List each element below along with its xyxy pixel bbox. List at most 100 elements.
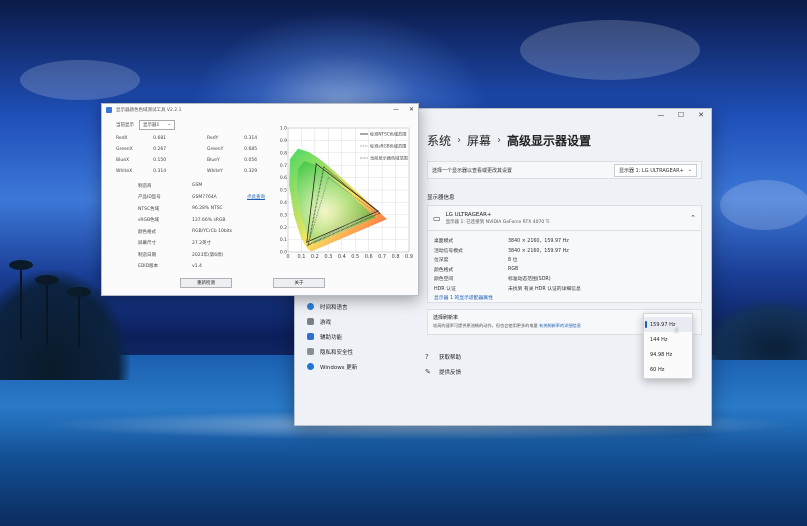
coord-label: BlueX (116, 158, 130, 163)
x-tick-label: 0.8 (392, 254, 400, 260)
breadcrumb: 系统 › 屏幕 › 高级显示器设置 (427, 132, 591, 149)
coord-value: 0.314 (153, 169, 167, 174)
section-title: 显示器信息 (427, 195, 455, 201)
cloud (720, 180, 807, 230)
chevron-down-icon: ⌄ (167, 122, 172, 127)
info-row: HDR 认证 未找到 有关 HDR 认证的详细信息 (434, 284, 695, 294)
y-tick-label: 0.5 (280, 188, 287, 194)
spec-label: EDID版本 (138, 264, 159, 270)
info-row: 桌面模式 3840 × 2160，159.97 Hz (434, 236, 695, 246)
spec-row: 颜色格式 RGB/YCrCb 10bits (138, 226, 265, 238)
y-tick-label: 0.6 (280, 175, 287, 181)
feedback-link[interactable]: ✎ 提供反馈 (425, 364, 461, 379)
gamut-point (373, 210, 375, 212)
coord-row: GreenX 0.267 GreenY 0.685 (116, 144, 286, 155)
app-icon (106, 107, 112, 113)
close-icon[interactable]: ✕ (409, 106, 414, 113)
shield-icon (307, 348, 314, 355)
spec-row: sRGB色域 137.66% sRGB (138, 215, 265, 227)
refresh-option[interactable]: 60 Hz (644, 362, 692, 377)
y-tick-label: 0.1 (280, 237, 287, 243)
spec-label: 颜色格式 (138, 229, 156, 235)
spec-label: 屏幕尺寸 (138, 241, 156, 247)
info-row: 位深度 8 位 (434, 255, 695, 265)
y-tick-label: 0.2 (280, 225, 287, 231)
info-row: 显示器 1 的显示适配器属性 (434, 293, 695, 303)
nav-item-label: Windows 更新 (320, 364, 358, 371)
adapter-properties-link[interactable]: 显示器 1 的显示适配器属性 (434, 294, 493, 301)
close-icon[interactable]: ✕ (697, 111, 705, 119)
coord-value: 0.681 (153, 136, 167, 141)
nav-item-label: 辅助功能 (320, 334, 343, 341)
spec-row: 制造商 GSM (138, 180, 265, 192)
refresh-option[interactable]: 159.97 Hz (644, 317, 692, 332)
gamepad-icon (307, 318, 314, 325)
redetect-button[interactable]: 重新检测 (180, 278, 232, 288)
globe-icon (307, 303, 314, 310)
refresh-option[interactable]: 144 Hz (644, 332, 692, 347)
y-tick-label: 0.4 (280, 200, 287, 206)
nav-item-accessibility[interactable]: 辅助功能 (307, 329, 357, 344)
spec-row: EDID版本 v1.4 (138, 261, 265, 273)
coord-row: RedX 0.681 RedY 0.314 (116, 133, 286, 144)
help-label: 提供反馈 (439, 369, 462, 376)
info-value: 未找到 有关 HDR 认证的详细信息 (508, 286, 581, 292)
y-tick-label: 0.3 (280, 212, 287, 218)
info-value: 3840 × 2160，159.97 Hz (508, 248, 569, 254)
minimize-icon[interactable]: — (657, 111, 665, 119)
maximize-icon[interactable]: ☐ (677, 111, 685, 119)
spec-value: 2023年(第6周) (192, 252, 224, 258)
nav-item-gaming[interactable]: 游戏 (307, 314, 357, 329)
spec-label: NTSC色域 (138, 206, 160, 212)
nav-item-label: 游戏 (320, 319, 332, 326)
x-tick-label: 0.1 (297, 254, 305, 260)
spec-row: 屏幕尺寸 27.2英寸 (138, 238, 265, 250)
monitor-info: 桌面模式 3840 × 2160，159.97 Hz 活动信号模式 3840 ×… (427, 231, 702, 303)
minimize-icon[interactable]: — (393, 106, 399, 113)
gamut-point (315, 163, 317, 165)
breadcrumb-display[interactable]: 屏幕 (467, 132, 491, 149)
gamut-point (378, 212, 381, 214)
spec-value: RGB/YCrCb 10bits (192, 229, 233, 235)
update-icon (307, 363, 314, 370)
nav-item-label: 时间和语言 (320, 304, 348, 311)
refresh-rate-info-link[interactable]: 有关刷新率的详细信息 (539, 323, 581, 328)
coord-label: BlueY (207, 158, 220, 163)
y-tick-label: 1.0 (280, 126, 287, 132)
spec-label: sRGB色域 (138, 218, 160, 224)
spec-label: 产品ID型号 (138, 195, 161, 201)
refresh-option[interactable]: 94.98 Hz (644, 347, 692, 362)
monitor-icon: ▭ (433, 213, 441, 223)
lookup-link[interactable]: 点此查询 (247, 194, 265, 200)
coord-label: GreenX (116, 147, 133, 152)
coord-row: BlueX 0.150 BlueY 0.056 (116, 155, 286, 166)
y-tick-label: 0.9 (280, 138, 287, 144)
display-picker: 当前显示 显示器1 ⌄ (116, 120, 176, 130)
monitor-card[interactable]: ▭ LG ULTRAGEAR+ 显示器 1: 已连接到 NVIDIA GeFor… (427, 205, 702, 231)
tool-window-controls: — ✕ (393, 106, 414, 113)
monitor-subtitle: 显示器 1: 已连接到 NVIDIA GeForce RTX 4070 Ti (445, 219, 550, 225)
display-select-label: 选择一个显示器以查看或更改其设置 (432, 167, 513, 174)
nav-item-time-language[interactable]: 时间和语言 (307, 299, 357, 314)
info-row: 颜色格式 RGB (434, 265, 695, 275)
refresh-rate-description-text: 较高的速率可提供更流畅的动作，但也会使用更多的电量 (433, 323, 538, 328)
display-picker-label: 当前显示 (116, 123, 134, 128)
nav-item-windows-update[interactable]: Windows 更新 (307, 359, 357, 374)
gamut-point (306, 241, 308, 243)
about-button[interactable]: 关于 (273, 278, 325, 288)
spec-value: 27.2英寸 (192, 241, 212, 247)
display-select[interactable]: 显示器 1: LG ULTRAGEAR+ ⌄ (613, 163, 697, 177)
nav-item-privacy[interactable]: 隐私和安全性 (307, 344, 357, 359)
display-picker-select[interactable]: 显示器1 ⌄ (139, 120, 176, 130)
y-tick-label: 0.0 (280, 250, 287, 256)
spec-row: NTSC色域 96.28% NTSC (138, 203, 265, 215)
chevron-up-icon[interactable]: ⌃ (690, 214, 696, 222)
info-row: 颜色空间 标准动态范围(SDR) (434, 274, 695, 284)
gamut-point (327, 177, 329, 179)
y-ticks: 1.0 0.9 0.8 0.7 0.6 0.5 0.4 0.3 0.2 0.1 0.0 (280, 126, 287, 256)
chromaticity-coordinates: RedX 0.681 RedY 0.314 GreenX 0.267 Green… (116, 133, 286, 177)
legend-label: 标准sRGB色域范围 (370, 143, 406, 150)
display-select-row: 选择一个显示器以查看或更改其设置 显示器 1: LG ULTRAGEAR+ ⌄ (427, 161, 702, 179)
get-help-link[interactable]: ? 获取帮助 (425, 349, 461, 364)
breadcrumb-system[interactable]: 系统 (427, 132, 451, 149)
